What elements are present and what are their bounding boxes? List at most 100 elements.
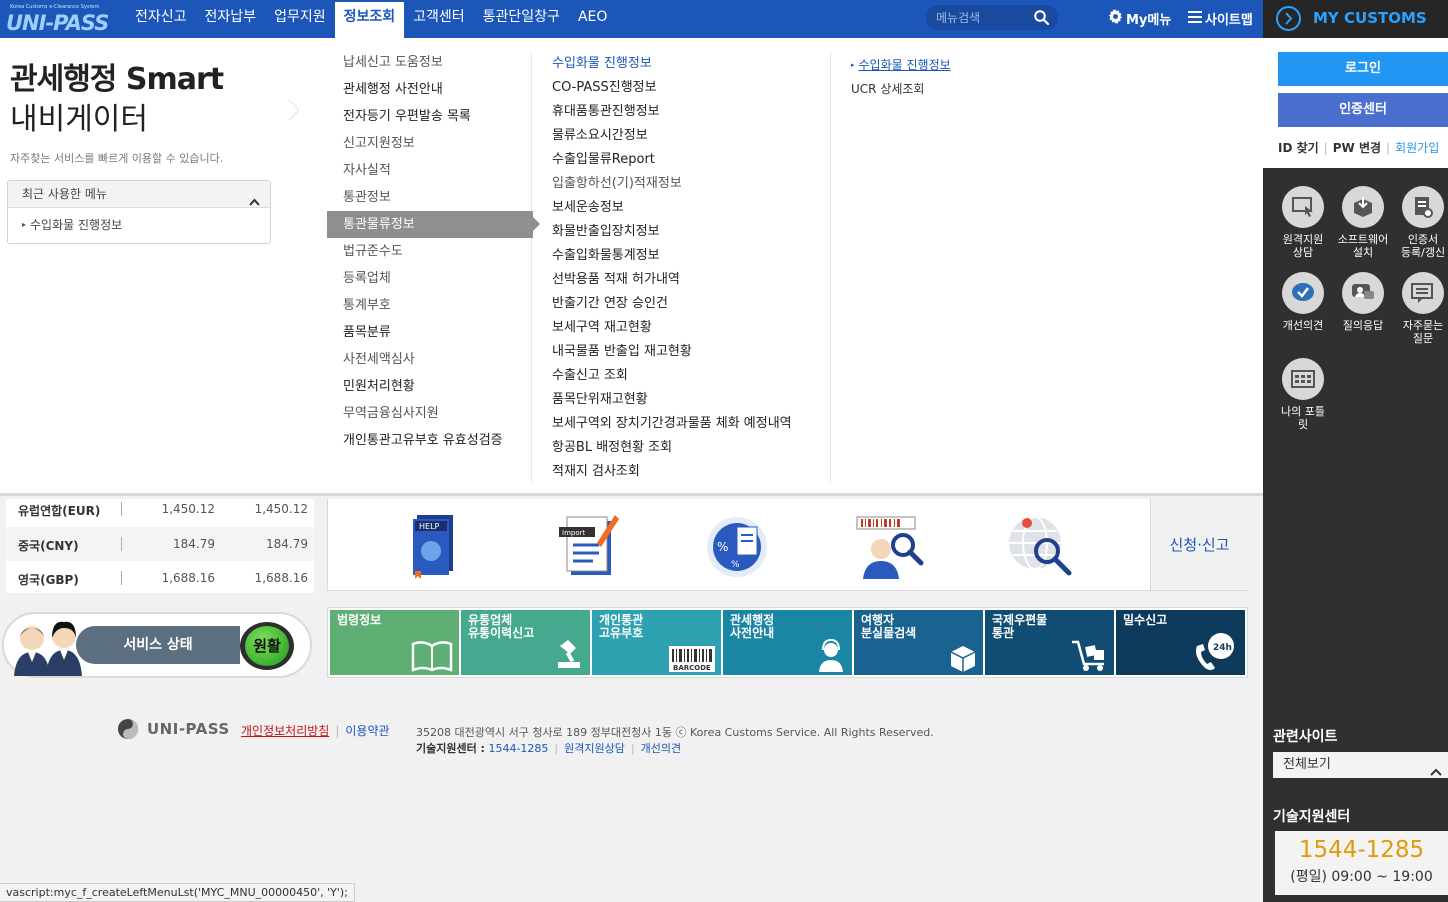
submenu-item[interactable]: 휴대품통관진행정보 <box>552 100 832 124</box>
nav-item-single-window[interactable]: 통관단일창구 <box>474 0 569 38</box>
menu-item[interactable]: 법규준수도 <box>327 238 533 265</box>
tile-smuggling-report[interactable]: 밀수신고 24h <box>1116 610 1245 675</box>
hamburger-icon <box>1188 10 1202 27</box>
nav-item-aeo[interactable]: AEO <box>569 0 616 38</box>
menu-item[interactable]: 통관정보 <box>327 184 533 211</box>
submenu-item[interactable]: 화물반출입장치정보 <box>552 220 832 244</box>
shortcut-remote-support[interactable]: 원격지원 상담 <box>1274 186 1332 259</box>
tile-personal-customs-code[interactable]: 개인통관 고유부호 BARCODE <box>592 610 721 675</box>
menu-item[interactable]: 품목분류 <box>327 319 533 346</box>
menu-item[interactable]: 무역금융심사지원 <box>327 400 533 427</box>
submenu-item[interactable]: 수출입화물통계정보 <box>552 244 832 268</box>
submenu-item[interactable]: 수출입물류Report <box>552 148 832 172</box>
shortcut-certificate[interactable]: 인증서 등록/갱신 <box>1394 186 1448 259</box>
menu-item[interactable]: 등록업체 <box>327 265 533 292</box>
footer-support-line: 기술지원센터 : 1544-1285 | 원격지원상담 | 개선의견 <box>416 742 682 755</box>
submenu-item[interactable]: 품목단위재고현황 <box>552 388 832 412</box>
help-book-icon[interactable]: HELP <box>403 509 477 581</box>
shortcut-feedback[interactable]: 개선의견 <box>1274 272 1332 332</box>
nav-item-business-support[interactable]: 업무지원 <box>265 0 335 38</box>
menu-item[interactable]: 개인통관고유부호 유효성검증 <box>327 427 533 454</box>
tile-law-info[interactable]: 법령정보 <box>330 610 459 675</box>
submenu-item[interactable]: 수입화물 진행정보 <box>552 52 832 76</box>
menu-item[interactable]: 전자등기 우편발송 목록 <box>327 103 533 130</box>
nav-item-info-lookup[interactable]: 정보조회 <box>334 0 405 38</box>
divider <box>121 537 122 551</box>
submenu-item[interactable]: 적재지 검사조회 <box>552 460 832 484</box>
recent-menu-title: 최근 사용한 메뉴 <box>22 187 107 201</box>
privacy-policy-link[interactable]: 개인정보처리방침 <box>241 724 329 738</box>
tile-international-mail[interactable]: 국제우편물 통관 <box>985 610 1114 675</box>
cart-icon <box>1072 640 1104 671</box>
join-link[interactable]: 회원가입 <box>1395 141 1439 155</box>
nav-item-e-declaration[interactable]: 전자신고 <box>126 0 196 38</box>
menu-item[interactable]: 관세행정 사전안내 <box>327 76 533 103</box>
shortcut-software-install[interactable]: 소프트웨어 설치 <box>1334 186 1392 259</box>
tile-distributor-report[interactable]: 유통업체 유통이력신고 <box>461 610 590 675</box>
submenu-item[interactable]: 반출기간 연장 승인건 <box>552 292 832 316</box>
percent-document-icon[interactable]: % % <box>703 509 777 581</box>
shortcut-label: 개선의견 <box>1282 319 1324 332</box>
submenu-item[interactable]: 보세구역 재고현황 <box>552 316 832 340</box>
chevron-up-icon[interactable] <box>249 189 260 215</box>
search-icon[interactable] <box>1034 10 1050 29</box>
collapse-sidebar-button[interactable] <box>1276 6 1301 31</box>
menu-item[interactable]: 사전세액심사 <box>327 346 533 373</box>
tile-label: 밀수신고 <box>1123 613 1168 627</box>
footer-links: 개인정보처리방침 | 이용약관 <box>241 724 390 738</box>
nav-item-e-payment[interactable]: 전자납부 <box>196 0 266 38</box>
sitemap-link[interactable]: 사이트맵 <box>1188 9 1253 28</box>
submenu-item[interactable]: 입출항하선(기)적재정보 <box>552 172 832 196</box>
tech-support-phone[interactable]: 1544-1285 <box>488 742 548 755</box>
menu-item[interactable]: 통계부호 <box>327 292 533 319</box>
submenu-item[interactable]: 항공BL 배정현황 조회 <box>552 436 832 460</box>
feedback-link[interactable]: 개선의견 <box>641 742 681 755</box>
recent-menu-item[interactable]: 수입화물 진행정보 <box>8 208 270 233</box>
nav-item-customer-center[interactable]: 고객센터 <box>404 0 474 38</box>
third-menu-item[interactable]: UCR 상세조회 <box>851 77 951 101</box>
remote-support-link[interactable]: 원격지원상담 <box>564 742 625 755</box>
apply-declare-button[interactable]: 신청·신고 <box>1150 499 1248 590</box>
submenu-item[interactable]: 수출신고 조회 <box>552 364 832 388</box>
third-menu-item-active[interactable]: 수입화물 진행정보 <box>851 53 951 77</box>
shortcut-my-portlet[interactable]: 나의 포틀 릿 <box>1274 358 1332 431</box>
remote-support-icon <box>1282 186 1324 228</box>
barcode-icon: BARCODE <box>669 646 715 672</box>
my-menu-link[interactable]: My메뉴 <box>1108 9 1171 28</box>
recent-menu-header[interactable]: 최근 사용한 메뉴 <box>8 181 270 208</box>
menu-search-input[interactable] <box>936 8 1032 27</box>
find-id-link[interactable]: ID 찾기 <box>1278 141 1319 155</box>
shortcut-label: 질의응답 <box>1342 319 1384 332</box>
submenu-item[interactable]: 선박용품 적재 허가내역 <box>552 268 832 292</box>
tech-center-phone: 1544-1285 <box>1298 837 1425 863</box>
cert-center-button[interactable]: 인증센터 <box>1278 93 1448 127</box>
shortcut-label: 원격지원 상담 <box>1282 233 1324 259</box>
submenu-item[interactable]: 내국물품 반출입 재고현황 <box>552 340 832 364</box>
menu-item[interactable]: 민원처리현황 <box>327 373 533 400</box>
pw-change-link[interactable]: PW 변경 <box>1333 141 1381 155</box>
import-document-icon[interactable]: Import <box>553 509 627 581</box>
shortcut-faq[interactable]: 자주묻는 질문 <box>1394 272 1448 345</box>
my-customs-sidebar: MY CUSTOMS 로그인 인증센터 ID 찾기 | PW 변경 | 회원가입 원격지… <box>1263 0 1448 902</box>
shortcut-qna[interactable]: 질의응답 <box>1334 272 1392 332</box>
menu-item[interactable]: 신고지원정보 <box>327 130 533 157</box>
login-button[interactable]: 로그인 <box>1278 52 1448 86</box>
related-sites-select[interactable]: 전체보기 <box>1273 752 1448 778</box>
tile-lost-items-search[interactable]: 여행자 분실물검색 <box>854 610 983 675</box>
submenu-item[interactable]: 보세운송정보 <box>552 196 832 220</box>
submenu-item[interactable]: 물류소요시간정보 <box>552 124 832 148</box>
terms-link[interactable]: 이용약관 <box>345 724 389 738</box>
menu-item-selected[interactable]: 통관물류정보 <box>327 211 540 238</box>
qna-icon <box>1342 272 1384 314</box>
uni-pass-logo[interactable]: Korea Customs e-Clearance System UNI-PAS… <box>4 3 109 35</box>
submenu-item[interactable]: 보세구역외 장치기간경과물품 체화 예정내역 <box>552 412 832 436</box>
menu-item[interactable]: 자사실적 <box>327 157 533 184</box>
globe-search-icon[interactable] <box>1003 509 1077 581</box>
footer-logo: UNI-PASS <box>117 718 230 740</box>
divider <box>121 571 122 585</box>
tech-center-hours: (평일) 09:00 ~ 19:00 <box>1290 869 1433 885</box>
submenu-item[interactable]: CO-PASS진행정보 <box>552 76 832 100</box>
menu-item[interactable]: 납세신고 도움정보 <box>327 49 533 76</box>
barcode-search-icon[interactable] <box>853 509 927 581</box>
tile-customs-guidance[interactable]: 관세행정 사전안내 <box>723 610 852 675</box>
